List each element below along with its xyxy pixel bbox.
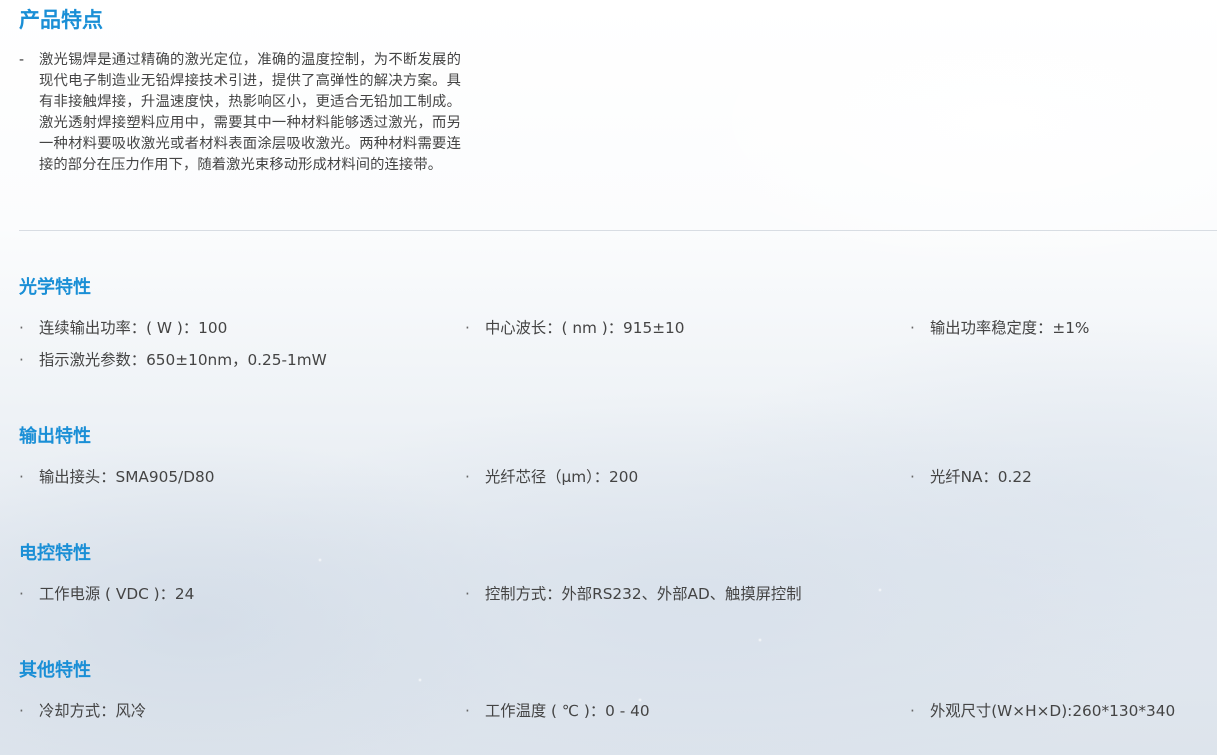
bullet-dot: ·: [19, 585, 24, 603]
spec-item: · 光纤NA：0.22: [910, 466, 1032, 488]
bullet-dot: ·: [910, 702, 915, 720]
spec-text: 指示激光参数：650±10nm，0.25-1mW: [39, 351, 327, 369]
bullet-dot: ·: [465, 702, 470, 720]
spec-item: · 连续输出功率：( W )：100: [19, 317, 227, 339]
spec-item: · 工作温度 ( ℃ )：0 - 40: [465, 700, 650, 722]
optical-section-title: 光学特性: [19, 277, 91, 298]
bullet-dot: ·: [910, 468, 915, 486]
description-bullet: -: [19, 52, 25, 68]
bullet-dot: ·: [465, 585, 470, 603]
spec-text: 外观尺寸(W×H×D):260*130*340: [930, 702, 1176, 720]
product-spec-panel: 产品特点 - 激光锡焊是通过精确的激光定位，准确的温度控制，为不断发展的现代电子…: [0, 0, 1217, 755]
bullet-dot: ·: [19, 468, 24, 486]
bullet-dot: ·: [465, 319, 470, 337]
electric-section-title: 电控特性: [19, 543, 91, 564]
spec-text: 输出接头：SMA905/D80: [39, 468, 215, 486]
section-divider: [19, 230, 1217, 231]
spec-item: · 控制方式：外部RS232、外部AD、触摸屏控制: [465, 583, 802, 605]
other-section-title: 其他特性: [19, 660, 91, 681]
spec-text: 连续输出功率：( W )：100: [39, 319, 228, 337]
spec-text: 中心波长：( nm )：915±10: [485, 319, 685, 337]
spec-text: 光纤NA：0.22: [930, 468, 1032, 486]
spec-item: · 输出功率稳定度：±1%: [910, 317, 1089, 339]
spec-item: · 指示激光参数：650±10nm，0.25-1mW: [19, 349, 327, 371]
bullet-dot: ·: [19, 319, 24, 337]
spec-text: 工作电源 ( VDC )：24: [39, 585, 195, 603]
spec-item: · 光纤芯径（μm）：200: [465, 466, 638, 488]
bullet-dot: ·: [19, 351, 24, 369]
bullet-dot: ·: [19, 702, 24, 720]
spec-text: 工作温度 ( ℃ )：0 - 40: [485, 702, 650, 720]
bullet-dot: ·: [465, 468, 470, 486]
output-section-title: 输出特性: [19, 426, 91, 447]
bullet-dot: ·: [910, 319, 915, 337]
spec-text: 光纤芯径（μm）：200: [485, 468, 639, 486]
spec-item: · 外观尺寸(W×H×D):260*130*340: [910, 700, 1175, 722]
product-features-title: 产品特点: [19, 8, 103, 32]
spec-text: 输出功率稳定度：±1%: [930, 319, 1090, 337]
spec-item: · 冷却方式：风冷: [19, 700, 146, 722]
spec-item: · 中心波长：( nm )：915±10: [465, 317, 685, 339]
spec-text: 冷却方式：风冷: [39, 702, 147, 720]
product-description: - 激光锡焊是通过精确的激光定位，准确的温度控制，为不断发展的现代电子制造业无铅…: [19, 50, 461, 176]
description-text: 激光锡焊是通过精确的激光定位，准确的温度控制，为不断发展的现代电子制造业无铅焊接…: [39, 52, 461, 173]
spec-text: 控制方式：外部RS232、外部AD、触摸屏控制: [485, 585, 802, 603]
spec-item: · 输出接头：SMA905/D80: [19, 466, 214, 488]
spec-item: · 工作电源 ( VDC )：24: [19, 583, 194, 605]
